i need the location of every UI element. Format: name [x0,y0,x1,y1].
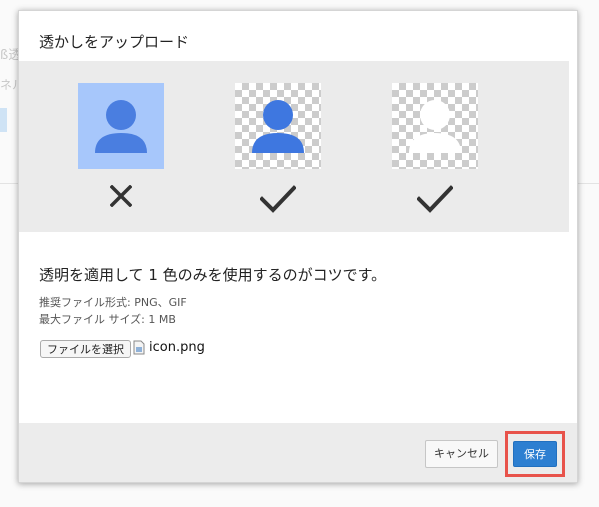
example-transparent-white [392,83,478,169]
example-transparent-blue [235,83,321,169]
dialog-footer: キャンセル 保存 [19,423,577,482]
dialog-title: 透かしをアップロード [39,33,190,51]
example-solid-background [78,83,164,169]
upload-watermark-dialog: 透かしをアップロード 透明を適用して 1 色のみを使用するのがコツです。 推奨フ… [18,10,578,483]
choose-file-button[interactable]: ファイルを選択 [40,340,131,358]
watermark-examples [19,61,569,232]
cross-icon [110,185,132,207]
person-icon [95,100,147,153]
check-icon [417,185,453,213]
save-button-highlight: 保存 [505,431,565,477]
person-icon [409,100,461,153]
tip-text: 透明を適用して 1 色のみを使用するのがコツです。 [39,266,387,284]
person-icon [252,100,304,153]
cancel-button[interactable]: キャンセル [425,440,498,468]
background-divider [578,183,599,184]
background-block [0,108,7,132]
check-icon [260,185,296,213]
selected-file-name: icon.png [149,340,205,355]
max-file-size: 最大ファイル サイズ: 1 MB [39,313,176,326]
recommended-formats: 推奨ファイル形式: PNG、GIF [39,296,187,309]
save-button[interactable]: 保存 [513,441,557,467]
image-file-icon [133,340,145,355]
background-divider [0,183,18,184]
